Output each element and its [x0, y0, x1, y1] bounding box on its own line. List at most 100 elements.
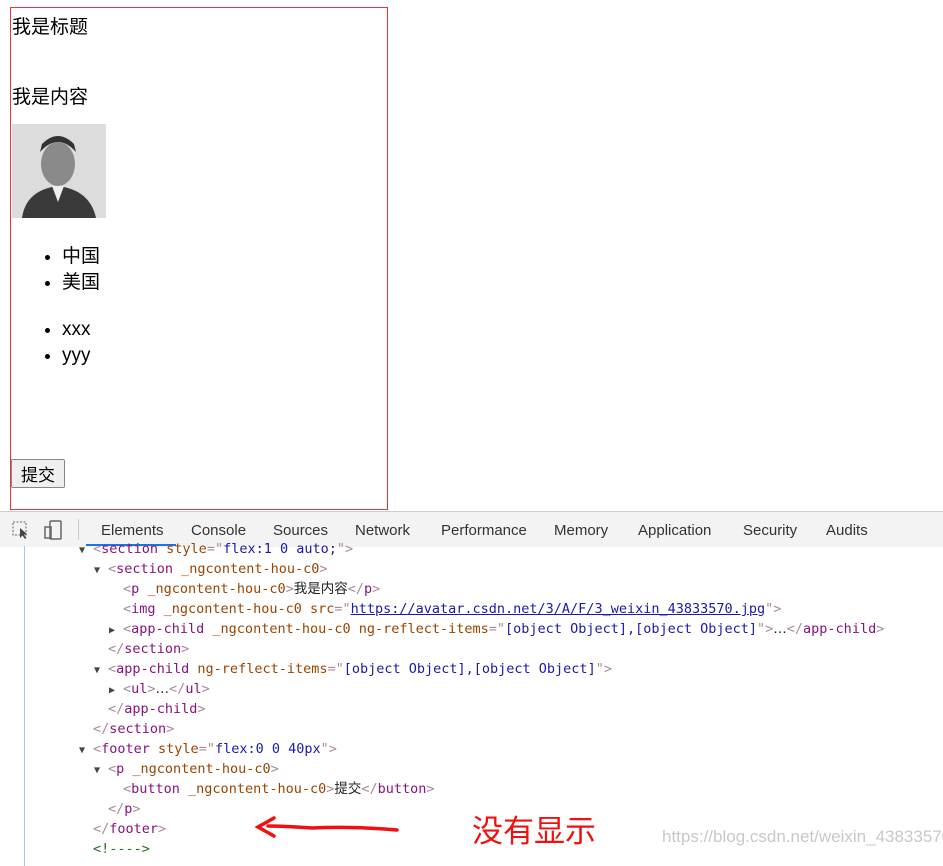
attr-name: _ngcontent-hou-c0	[179, 781, 327, 797]
attr-name: _ngcontent-hou-c0	[173, 561, 320, 577]
attr-name: ng-reflect-items	[189, 661, 328, 677]
bracket: ="	[206, 541, 224, 557]
page-content: 我是内容	[12, 87, 89, 108]
text-node: 我是内容	[293, 581, 348, 597]
dom-node-line[interactable]: ▼ <footer style="flex:0 0 40px">	[79, 739, 337, 759]
bracket: <	[108, 661, 117, 677]
tab-memory[interactable]: Memory	[554, 522, 608, 539]
bracket: >	[319, 561, 328, 577]
dom-node-line[interactable]: </p>	[108, 799, 141, 819]
bracket: >	[197, 701, 206, 717]
tree-guide-line	[24, 546, 25, 866]
text-node: …	[155, 681, 170, 697]
tag-name: app-child	[124, 701, 198, 717]
comment: <!---->	[93, 841, 150, 857]
dom-node-line[interactable]: </app-child>	[108, 699, 206, 719]
bracket: >	[132, 801, 141, 817]
src-link[interactable]: https://avatar.csdn.net/3/A/F/3_weixin_4…	[351, 601, 766, 617]
collapse-triangle-icon[interactable]: ▼	[94, 761, 108, 781]
list-item: xxx	[62, 317, 91, 343]
tab-sources[interactable]: Sources	[273, 522, 328, 539]
attr-name: _ngcontent-hou-c0 ng-reflect-items	[204, 621, 489, 637]
collapse-triangle-icon[interactable]: ▼	[94, 661, 108, 681]
attr-value: flex:1 0 auto;	[223, 541, 337, 557]
dom-node-line[interactable]: ▶ <app-child _ngcontent-hou-c0 ng-reflect…	[109, 619, 885, 639]
bracket: </	[108, 701, 125, 717]
bracket: <	[108, 761, 117, 777]
arrow-annotation	[254, 816, 399, 838]
bracket: <	[108, 561, 117, 577]
tab-security[interactable]: Security	[743, 522, 797, 539]
text-node: 提交	[334, 781, 362, 797]
tab-network[interactable]: Network	[355, 522, 410, 539]
tab-audits[interactable]: Audits	[826, 522, 868, 539]
bracket: ="	[488, 621, 506, 637]
attr-value: [object Object],[object Object]	[343, 661, 596, 677]
tag-name: section	[124, 641, 182, 657]
dom-node-line[interactable]: ▼ <section _ngcontent-hou-c0>	[94, 559, 328, 579]
collapse-triangle-icon[interactable]: ▼	[94, 561, 108, 581]
text-node: …	[773, 621, 787, 637]
tag-name: section	[101, 541, 159, 557]
bracket: >	[166, 721, 175, 737]
bracket: <	[93, 741, 102, 757]
tag-name: footer	[101, 741, 150, 757]
bracket: <	[93, 541, 102, 557]
page-title: 我是标题	[12, 17, 89, 38]
dom-node-line[interactable]: </section>	[93, 719, 174, 739]
bracket: <	[123, 621, 132, 637]
list-item: 美国	[62, 270, 100, 296]
dom-node-line[interactable]: ▼ <section style="flex:1 0 auto;">	[79, 539, 353, 559]
expand-triangle-icon[interactable]: ▶	[109, 621, 123, 641]
bracket: </	[347, 581, 364, 597]
tag-name: button	[377, 781, 427, 797]
list-item: 中国	[62, 244, 100, 270]
dom-node-line[interactable]: <!---->	[93, 839, 150, 859]
bracket: </	[93, 721, 110, 737]
avatar-image	[12, 124, 106, 218]
attr-name: _ngcontent-hou-c0	[139, 581, 286, 597]
bracket: <	[123, 581, 132, 597]
attr-name: style	[158, 541, 207, 557]
dom-node-line[interactable]: </section>	[108, 639, 189, 659]
attr-name: _ngcontent-hou-c0	[124, 761, 271, 777]
bracket: ="	[334, 601, 351, 617]
collapse-triangle-icon[interactable]: ▼	[79, 741, 93, 761]
bracket: ">	[320, 741, 337, 757]
country-list: 中国 美国	[11, 244, 100, 296]
bracket: </	[786, 621, 804, 637]
tab-console[interactable]: Console	[191, 522, 246, 539]
tag-name: section	[109, 721, 167, 737]
attr-value: [object Object],[object Object]	[505, 621, 758, 637]
bracket: ="	[327, 661, 344, 677]
dom-node-line[interactable]: <button _ngcontent-hou-c0>提交</button>	[123, 779, 435, 799]
collapse-triangle-icon[interactable]: ▼	[79, 541, 93, 561]
bracket: <	[123, 681, 132, 697]
expand-triangle-icon[interactable]: ▶	[109, 681, 123, 701]
tab-application[interactable]: Application	[638, 522, 711, 539]
bracket: >	[285, 581, 294, 597]
bracket: >	[270, 761, 279, 777]
tab-elements[interactable]: Elements	[101, 522, 164, 539]
tab-performance[interactable]: Performance	[441, 522, 527, 539]
bracket: >	[372, 581, 381, 597]
annotation-text: 没有显示	[472, 814, 596, 849]
attr-name: style	[149, 741, 199, 757]
divider	[78, 519, 79, 540]
bracket: >	[876, 621, 885, 637]
watermark: https://blog.csdn.net/weixin_43833570	[662, 827, 943, 846]
dom-node-line[interactable]: </footer>	[93, 819, 166, 839]
tag-name: ul	[185, 681, 202, 697]
tag-name: ul	[131, 681, 148, 697]
dom-node-line[interactable]: ▶ <ul>…</ul>	[109, 679, 210, 699]
dom-node-line[interactable]: ▼ <app-child ng-reflect-items="[object Ob…	[94, 659, 612, 679]
bracket: ">	[595, 661, 612, 677]
bracket: >	[158, 821, 167, 837]
dom-node-line[interactable]: <img _ngcontent-hou-c0 src="https://avat…	[123, 599, 781, 619]
item-list: xxx yyy	[11, 317, 91, 369]
dom-node-line[interactable]: <p _ngcontent-hou-c0>我是内容</p>	[123, 579, 380, 599]
submit-button[interactable]: 提交	[11, 459, 65, 488]
list-item: yyy	[62, 343, 91, 369]
dom-node-line[interactable]: ▼ <p _ngcontent-hou-c0>	[94, 759, 279, 779]
tag-name: app-child	[131, 621, 205, 637]
